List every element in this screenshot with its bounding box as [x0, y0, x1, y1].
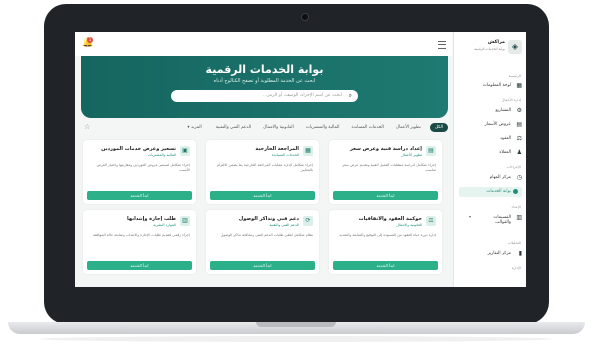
category-tabs: الكل تطوير الأعمال الخدمات المساندة الما… [81, 120, 448, 134]
laptop-notch [256, 322, 336, 327]
card-description: نظام متكامل لتلقي طلبات الدعم الفني ومعا… [220, 233, 313, 237]
card-description: إجراء متكامل لإدارة عمليات المراجعة الخا… [216, 163, 313, 172]
sidebar-item-label: مركز المهام [489, 175, 511, 180]
service-card: ▥ طلب إجازة وإنتدابها الموارد البشرية إج… [83, 210, 196, 274]
document-icon: ▤ [426, 146, 436, 156]
card-category: الدعم الفني والتقنية [269, 223, 299, 227]
sidebar-item-services[interactable]: بوابة الخدمات [459, 187, 522, 197]
section-label-main: الرئيسية [508, 74, 521, 78]
logo-subtitle: بوابة الخدمات الرقمية [474, 47, 505, 51]
sidebar-item-projects[interactable]: ⚙ المشاريع [459, 106, 522, 116]
card-title: تسعير وعرض خدمات الموردين [101, 146, 176, 152]
tasks-icon: ◷ [516, 174, 522, 181]
sidebar-item-label: العملاء [499, 150, 511, 155]
support-icon: ⟳ [303, 216, 313, 226]
start-service-button[interactable]: ابدأ الخدمة [333, 261, 438, 270]
card-description: إجراء متكامل لتسعير عروض الموردين ومقارن… [96, 163, 190, 172]
star-icon[interactable]: ☆ [84, 120, 90, 134]
section-label-business: إدارة الأعمال [501, 98, 521, 102]
tab-all[interactable]: الكل [429, 122, 448, 132]
hero-banner: بوابة الخدمات الرقمية ابحث عن الخدمة الم… [81, 56, 448, 118]
tab-support-services[interactable]: الخدمات المساندة [348, 123, 386, 132]
card-description: إجراء متكامل لدراسة متطلبات العميل الفني… [342, 163, 436, 172]
start-service-button[interactable]: ابدأ الخدمة [87, 191, 192, 200]
tab-more-label: المزيد [190, 124, 202, 130]
card-title: دعم فني وتذاكر الوصول [238, 216, 299, 222]
sidebar: ◈ مراكش بوابة الخدمات الرقمية الرئيسية ▦… [453, 32, 526, 287]
tab-more[interactable]: المزيد ▾ [184, 123, 204, 132]
card-title: طلب إجازة وإنتدابها [127, 216, 176, 222]
sidebar-item-label: العقود [500, 136, 511, 141]
card-category: تطوير الأعمال [401, 153, 422, 157]
tab-business-development[interactable]: تطوير الأعمال [393, 123, 424, 132]
card-title: إعداد دراسة فنية وعرض سعر [350, 146, 422, 152]
wallet-icon: ▣ [180, 146, 190, 156]
gavel-icon: ⚖ [426, 216, 436, 226]
chevron-down-icon: ▾ [469, 214, 472, 219]
section-label-admin: الإدارة [511, 266, 521, 270]
top-bar: 🔔 1 [75, 32, 452, 56]
start-service-button[interactable]: ابدأ الخدمة [333, 191, 438, 200]
sidebar-item-dashboard[interactable]: ▦ لوحة المعلومات [459, 81, 522, 91]
sidebar-item-label: بوابة الخدمات [486, 189, 511, 194]
card-category: المالية والمشتريات [147, 153, 176, 157]
tab-legal-compliance[interactable]: القانونية والامتثال [260, 123, 297, 132]
sidebar-item-tasks[interactable]: ◷ مركز المهام [459, 173, 522, 183]
service-card: ⟳ دعم فني وتذاكر الوصول الدعم الفني والت… [206, 210, 319, 274]
contracts-icon: ⚖ [516, 135, 522, 142]
sidebar-item-contracts[interactable]: ⚖ العقود [459, 134, 522, 144]
logo: ◈ [508, 40, 522, 54]
page-subtitle: ابحث عن الخدمة المطلوبة أو تصفح الكتالوج… [213, 78, 316, 84]
start-service-button[interactable]: ابدأ الخدمة [210, 261, 315, 270]
sidebar-item-templates[interactable]: ▥ القسيمات والقوالب ▾ [459, 213, 522, 229]
projects-icon: ⚙ [516, 107, 522, 114]
calendar-icon: ▥ [180, 216, 190, 226]
service-card: ▤ إعداد دراسة فنية وعرض سعر تطوير الأعما… [329, 140, 442, 204]
start-service-button[interactable]: ابدأ الخدمة [87, 261, 192, 270]
page-title: بوابة الخدمات الرقمية [205, 63, 324, 76]
card-title: حوكمة العقود والاتفاقيات [358, 216, 422, 222]
sidebar-item-clients[interactable]: ♟ العملاء [459, 148, 522, 158]
tab-technical-support[interactable]: الدعم الفني والتقنية [213, 123, 254, 132]
quotes-icon: ▤ [516, 121, 522, 128]
tab-finance-procurement[interactable]: المالية والمشتريات [303, 123, 343, 132]
calculator-icon: ▦ [303, 146, 313, 156]
reports-icon: ▮ [518, 250, 522, 257]
sidebar-item-quotes[interactable]: ▤ عروض الأسعار [459, 120, 522, 130]
chevron-down-icon: ▾ [187, 124, 190, 130]
main-content: 🔔 1 بوابة الخدمات الرقمية ابحث عن الخدمة… [75, 32, 452, 287]
card-description: إجراء رقمي لتقديم طلبات الإجازة والانتدا… [93, 233, 190, 237]
hamburger-menu-icon[interactable] [438, 41, 446, 49]
card-category: الخدمات المساندة [271, 153, 299, 157]
templates-icon: ▥ [516, 214, 522, 221]
sidebar-item-label: مركز التقارير [487, 251, 511, 256]
card-category: الموارد البشرية [153, 223, 176, 227]
section-label-setup: الإعداد [511, 205, 521, 209]
clients-icon: ♟ [516, 149, 522, 156]
sidebar-item-label: لوحة المعلومات [482, 83, 511, 88]
service-card: ▦ المراجعة الخارجية الخدمات المساندة إجر… [206, 140, 319, 204]
sidebar-item-label: القسيمات والقوالب [493, 215, 511, 225]
section-label-procedures: الإجراءات [506, 165, 521, 169]
sidebar-item-label: عروض الأسعار [484, 122, 511, 127]
search-placeholder: ابحث عن اسم الإجراء، الوصف، أو الرمز... [262, 93, 342, 98]
card-category: القانونية والامتثال [396, 223, 422, 227]
services-icon [513, 189, 518, 194]
webcam [301, 13, 309, 21]
notification-badge: 1 [87, 37, 93, 43]
card-description: إدارة دورة حياة العقود من المسودة إلى ال… [339, 233, 436, 237]
card-title: المراجعة الخارجية [255, 146, 299, 152]
logo-title: مراكش [487, 40, 505, 45]
search-input[interactable]: ⌕ ابحث عن اسم الإجراء، الوصف، أو الرمز..… [171, 90, 358, 102]
screen: 🔔 1 بوابة الخدمات الرقمية ابحث عن الخدمة… [75, 32, 526, 287]
sidebar-item-label: المشاريع [495, 108, 511, 113]
section-label-analytics: التحليلات [507, 241, 521, 245]
sidebar-item-reports[interactable]: ▮ مركز التقارير [459, 249, 522, 259]
search-icon: ⌕ [348, 92, 352, 99]
service-card: ⚖ حوكمة العقود والاتفاقيات القانونية وال… [329, 210, 442, 274]
dashboard-icon: ▦ [516, 82, 522, 89]
laptop-shadow [40, 336, 553, 342]
start-service-button[interactable]: ابدأ الخدمة [210, 191, 315, 200]
service-card: ▣ تسعير وعرض خدمات الموردين المالية والم… [83, 140, 196, 204]
